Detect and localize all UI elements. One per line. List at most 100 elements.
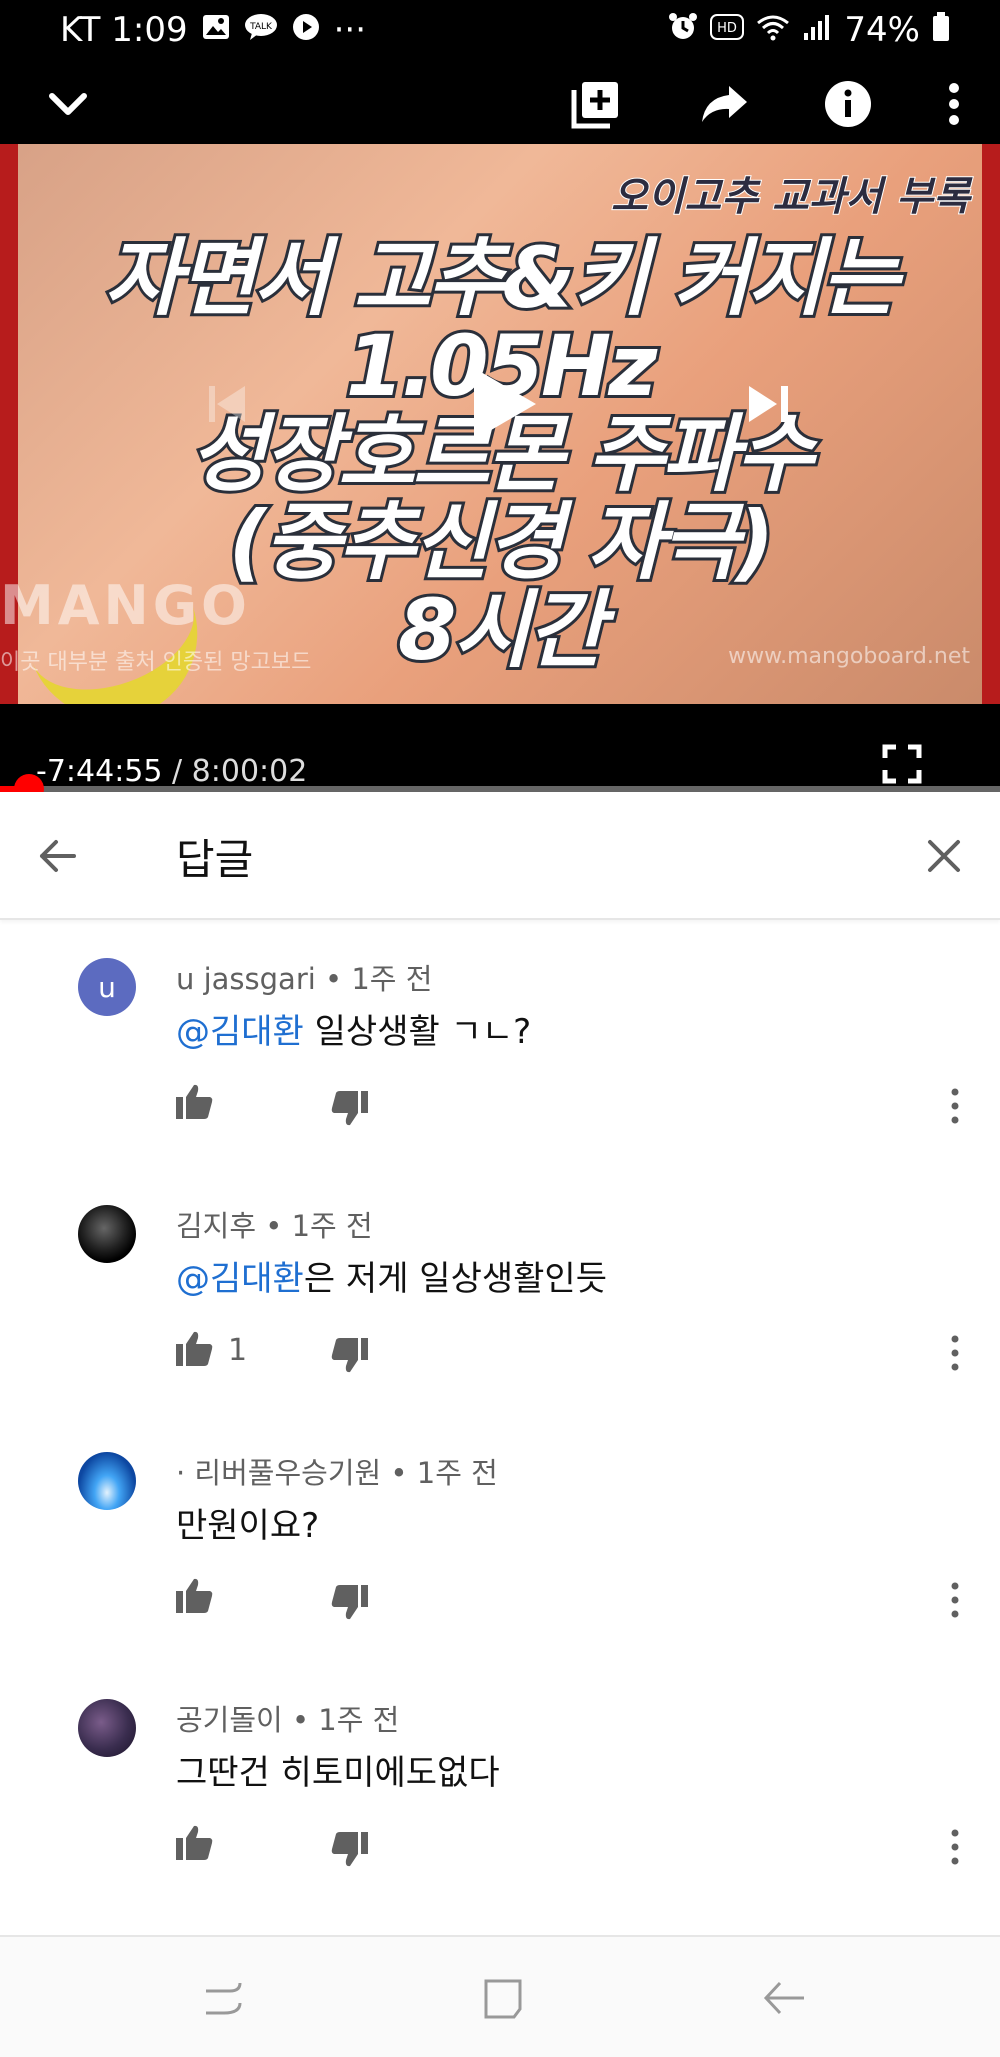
title-line: 자면서 고추&키 커지는: [101, 229, 901, 327]
dislike-button[interactable]: [330, 1088, 370, 1128]
comment-meta: · 리버풀우승기원 • 1주 전: [176, 1450, 498, 1492]
comment-body: 그딴건 히토미에도없다: [176, 1753, 500, 1793]
meta-separator: •: [256, 1209, 292, 1243]
dislike-button[interactable]: [330, 1582, 370, 1622]
comment-author[interactable]: 공기돌이: [176, 1703, 283, 1737]
avatar[interactable]: [78, 1205, 136, 1263]
system-back-button[interactable]: [756, 1973, 812, 2023]
avatar-letter: u: [98, 970, 116, 1004]
comment-meta: 김지후 • 1주 전: [176, 1203, 373, 1245]
avatar[interactable]: [78, 1452, 136, 1510]
close-button[interactable]: [916, 828, 972, 884]
previous-button[interactable]: [205, 382, 249, 430]
minimize-button[interactable]: [40, 76, 96, 132]
fullscreen-button[interactable]: [882, 744, 922, 788]
share-button[interactable]: [696, 76, 752, 132]
comment-item: u u jassgari • 1주 전 @김대환 일상생활 ㄱㄴ?: [0, 920, 1000, 1167]
like-button[interactable]: [174, 1082, 214, 1122]
more-vert-icon: [951, 1088, 959, 1124]
hd-badge-text: HD: [718, 21, 738, 36]
status-bar: KT 1:09 TALK ··· HD 74%: [0, 0, 1000, 64]
comment-list: u u jassgari • 1주 전 @김대환 일상생활 ㄱㄴ? 김지후 • …: [0, 920, 1000, 1908]
talk-badge-text: TALK: [249, 22, 273, 32]
playlist-add-icon: [571, 82, 618, 129]
comment-body: 은 저게 일상생활인듯: [303, 1259, 607, 1299]
meta-separator: •: [282, 1703, 319, 1737]
share-icon: [702, 86, 747, 122]
comment-more-button[interactable]: [940, 1086, 970, 1126]
comment-text: @김대환 일상생활 ㄱㄴ?: [176, 1004, 531, 1053]
back-icon: [763, 1981, 804, 2015]
comment-meta: u jassgari • 1주 전: [176, 956, 432, 998]
video-title-overlay: 자면서 고추&키 커지는 1.05Hz 성장호르몬 주파수 (중추신경 자극) …: [0, 229, 1000, 677]
comment-author[interactable]: 김지후: [176, 1209, 256, 1243]
comment-text: @김대환은 저게 일상생활인듯: [176, 1251, 607, 1300]
skip-previous-icon: [209, 386, 245, 422]
elapsed-time: -7:44:55: [36, 754, 163, 789]
comment-more-button[interactable]: [940, 1580, 970, 1620]
next-button[interactable]: [745, 382, 793, 430]
home-button[interactable]: [476, 1973, 532, 2023]
dislike-button[interactable]: [330, 1335, 370, 1375]
wifi-icon: [756, 13, 790, 48]
thumbs-down-icon: [331, 1338, 368, 1373]
more-vert-icon: [951, 1829, 959, 1865]
play-button[interactable]: [470, 364, 540, 448]
player-more-button[interactable]: [926, 76, 982, 132]
play-store-icon: [292, 13, 320, 48]
back-button[interactable]: [30, 828, 86, 884]
like-button[interactable]: [174, 1823, 214, 1863]
carrier-time: KT 1:09: [60, 10, 188, 50]
meta-separator: •: [381, 1456, 417, 1490]
player-top-bar: [0, 64, 1000, 144]
like-button[interactable]: [174, 1576, 214, 1616]
thumbs-up-icon: [176, 1084, 213, 1119]
thumbs-up-icon: [176, 1331, 213, 1366]
arrow-back-icon: [40, 840, 76, 872]
mention-link[interactable]: @김대환: [176, 1012, 304, 1052]
fullscreen-icon: [882, 744, 922, 784]
comment-time: 1주 전: [351, 962, 433, 996]
time-display: -7:44:55 / 8:00:02: [36, 754, 307, 789]
more-notifications: ···: [333, 10, 367, 50]
video-subtitle: 오이고추 교과서 부록: [610, 173, 971, 221]
comment-meta: 공기돌이 • 1주 전: [176, 1697, 399, 1739]
system-navigation-bar: [0, 1935, 1000, 2057]
skip-next-icon: [749, 386, 788, 422]
comment-author[interactable]: u jassgari: [176, 962, 316, 996]
mention-link[interactable]: @김대환: [176, 1259, 304, 1299]
home-icon: [484, 1979, 522, 2019]
signal-icon: [802, 13, 832, 48]
recent-apps-button[interactable]: [200, 1973, 256, 2023]
video-player[interactable]: MANGO 오이고추 교과서 부록 자면서 고추&키 커지는 1.05Hz 성장…: [0, 64, 1000, 792]
more-vert-icon: [949, 83, 959, 125]
total-duration: 8:00:02: [191, 754, 308, 789]
status-right: HD 74%: [668, 10, 950, 50]
comment-time: 1주 전: [416, 1456, 498, 1490]
avatar[interactable]: [78, 1699, 136, 1757]
info-button[interactable]: [820, 76, 876, 132]
play-icon: [474, 368, 536, 440]
battery-percent: 74%: [844, 10, 920, 50]
like-button[interactable]: [174, 1329, 214, 1369]
replies-title: 답글: [176, 835, 254, 884]
time-separator: /: [162, 754, 192, 789]
comment-more-button[interactable]: [940, 1333, 970, 1373]
add-to-playlist-button[interactable]: [568, 76, 624, 132]
comment-text: 만원이요?: [176, 1498, 319, 1547]
recent-apps-icon: [206, 1982, 242, 2015]
comment-time: 1주 전: [318, 1703, 400, 1737]
close-icon: [928, 840, 960, 872]
comment-item: · 리버풀우승기원 • 1주 전 만원이요?: [0, 1414, 1000, 1661]
watermark-right: www.mangoboard.net: [728, 644, 970, 669]
comment-author[interactable]: · 리버풀우승기원: [176, 1456, 381, 1490]
battery-icon: [932, 11, 950, 49]
avatar[interactable]: u: [78, 958, 136, 1016]
status-left: KT 1:09 TALK ···: [60, 10, 366, 50]
info-icon: [825, 81, 871, 127]
dislike-button[interactable]: [330, 1829, 370, 1869]
alarm-icon: [668, 12, 698, 49]
comment-more-button[interactable]: [940, 1827, 970, 1867]
title-line: (중추신경 자극): [226, 493, 778, 591]
more-vert-icon: [951, 1335, 959, 1371]
